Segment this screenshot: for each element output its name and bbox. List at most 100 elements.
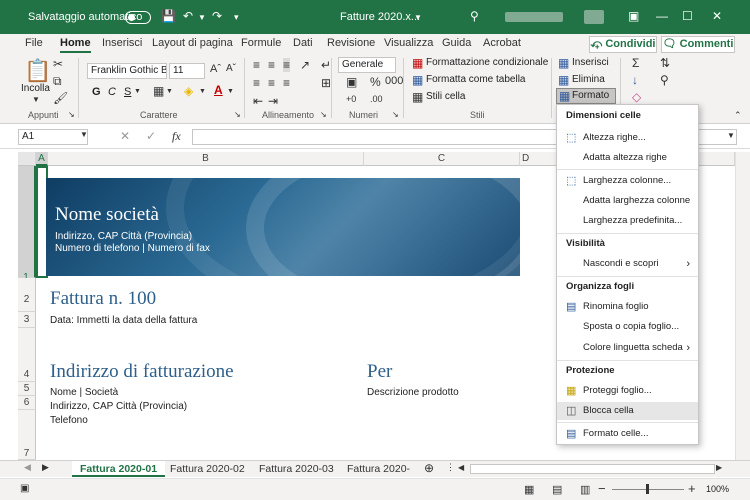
tab-home[interactable]: Home [60, 37, 91, 53]
name-box[interactable]: A1 [18, 129, 88, 145]
align-left-icon[interactable]: ≡ [253, 76, 260, 90]
format-painter-icon[interactable]: 🖌 [53, 91, 68, 105]
row-header-2[interactable]: 2 [18, 278, 36, 312]
font-size-field[interactable]: 11 [169, 63, 205, 79]
hscroll-left-icon[interactable]: ◀ [458, 463, 464, 472]
menu-hide-unhide[interactable]: Nascondi e scopri › [557, 255, 698, 273]
macro-record-icon[interactable]: ▣ [20, 483, 29, 494]
tab-file[interactable]: File [25, 37, 43, 49]
comma-style-icon[interactable]: 000 [385, 75, 403, 87]
conditional-format-icon[interactable]: ▦ [412, 56, 423, 70]
paste-icon[interactable]: 📋 [24, 58, 51, 84]
tab-scroll-right-icon[interactable]: ▶ [42, 462, 49, 473]
redo-icon[interactable]: ↷ [212, 9, 222, 23]
alignment-launcher-icon[interactable]: ↘ [320, 110, 327, 119]
format-button[interactable]: ▦ Formato [556, 88, 616, 104]
undo-dropdown-icon[interactable]: ▼ [198, 13, 206, 22]
tab-page-layout[interactable]: Layout di pagina [152, 37, 233, 49]
currency-icon[interactable]: ▣ [346, 75, 357, 89]
sheet-tab-4[interactable]: Fattura 2020- [339, 461, 418, 477]
tab-formulas[interactable]: Formule [241, 37, 281, 49]
minimize-icon[interactable]: — [656, 9, 668, 23]
find-select-icon[interactable]: ⚲ [660, 73, 669, 87]
delete-button[interactable]: Elimina [572, 74, 605, 85]
column-header-a[interactable]: A [36, 152, 48, 166]
clear-icon[interactable]: ◇ [632, 90, 641, 104]
fill-icon[interactable]: ↓ [632, 73, 638, 87]
vertical-scrollbar[interactable] [735, 152, 750, 460]
page-break-view-icon[interactable]: ▥ [580, 483, 590, 496]
row-header-1[interactable]: 1 [18, 166, 36, 283]
autosum-icon[interactable]: Σ [632, 56, 639, 70]
row-header-7[interactable]: 7 [18, 410, 36, 460]
row-header-4[interactable]: 4 [18, 328, 36, 382]
enter-icon[interactable]: ✓ [146, 129, 156, 143]
tab-acrobat[interactable]: Acrobat [483, 37, 521, 49]
tab-options-icon[interactable]: ⋮ [446, 462, 455, 473]
add-sheet-icon[interactable]: ⊕ [424, 461, 434, 475]
decrease-decimal-icon[interactable]: .00 [370, 94, 383, 104]
column-header-c[interactable]: C [364, 152, 520, 166]
cut-icon[interactable]: ✂ [53, 57, 63, 71]
align-right-icon[interactable]: ≡ [283, 76, 290, 90]
menu-autofit-row[interactable]: Adatta altezza righe [557, 149, 698, 167]
paste-dropdown-icon[interactable]: ▼ [32, 95, 40, 104]
comments-button[interactable]: 🗨 Commenti [661, 36, 735, 53]
decrease-font-icon[interactable]: Aˇ [226, 63, 236, 74]
horizontal-scrollbar[interactable] [470, 464, 715, 474]
format-table-icon[interactable]: ▦ [412, 73, 423, 87]
tab-review[interactable]: Revisione [327, 37, 375, 49]
page-layout-view-icon[interactable]: ▤ [552, 483, 562, 496]
format-as-table-button[interactable]: Formatta come tabella [426, 74, 526, 85]
customize-toolbar-icon[interactable]: ▾ [234, 12, 239, 23]
maximize-icon[interactable]: ☐ [682, 9, 693, 23]
sheet-tab-3[interactable]: Fattura 2020-03 [251, 461, 342, 477]
decrease-indent-icon[interactable]: ⇤ [253, 94, 263, 108]
undo-icon[interactable]: ↶ [183, 9, 193, 23]
percent-icon[interactable]: % [370, 75, 381, 89]
row-header-5[interactable]: 5 [18, 382, 36, 396]
italic-button[interactable]: C [108, 86, 116, 98]
wrap-text-icon[interactable]: ↵ [321, 58, 331, 72]
menu-row-height[interactable]: ⬚ Altezza righe... [557, 129, 698, 147]
borders-icon[interactable]: ▦ [153, 84, 164, 98]
column-header-b[interactable]: B [48, 152, 364, 166]
copy-icon[interactable]: ⧉ [53, 74, 62, 89]
row-header-3[interactable]: 3 [18, 312, 36, 328]
close-icon[interactable]: ✕ [712, 9, 722, 23]
conditional-format-button[interactable]: Formattazione condizionale [426, 57, 548, 68]
underline-dropdown-icon[interactable]: ▼ [134, 88, 141, 95]
insert-function-icon[interactable]: fx [172, 129, 181, 144]
borders-dropdown-icon[interactable]: ▼ [166, 88, 173, 95]
font-name-field[interactable]: Franklin Gothic Boo [87, 63, 167, 79]
autosave-toggle[interactable] [125, 11, 151, 24]
normal-view-icon[interactable]: ▦ [524, 483, 534, 496]
merge-center-icon[interactable]: ⊞ [321, 76, 331, 90]
sheet-tab-1[interactable]: Fattura 2020-01 [72, 461, 166, 477]
tab-scroll-left-icon[interactable]: ◀ [24, 462, 31, 473]
align-top-icon[interactable]: ≡ [253, 58, 260, 72]
menu-rename-sheet[interactable]: ▤ Rinomina foglio [557, 298, 698, 316]
menu-lock-cell[interactable]: ◫ Blocca cella [557, 402, 698, 420]
cell-styles-icon[interactable]: ▦ [412, 90, 423, 104]
tab-insert[interactable]: Inserisci [102, 37, 142, 49]
sheet-tab-2[interactable]: Fattura 2020-02 [162, 461, 253, 477]
font-color-icon[interactable]: A [214, 83, 223, 97]
zoom-slider-thumb[interactable] [646, 484, 649, 494]
align-middle-icon[interactable]: ≡ [268, 58, 275, 72]
expand-formula-icon[interactable]: ▼ [727, 131, 735, 140]
menu-tab-color[interactable]: Colore linguetta scheda › [557, 339, 698, 357]
zoom-level[interactable]: 100% [706, 484, 729, 494]
zoom-out-icon[interactable]: − [598, 481, 606, 496]
insert-button[interactable]: Inserisci [572, 57, 609, 68]
insert-cells-icon[interactable]: ▦ [558, 56, 569, 70]
underline-button[interactable]: S [124, 86, 131, 98]
clipboard-launcher-icon[interactable]: ↘ [68, 110, 75, 119]
number-format-field[interactable]: Generale [338, 57, 396, 73]
tab-help[interactable]: Guida [442, 37, 471, 49]
select-all-corner[interactable] [18, 152, 36, 166]
save-icon[interactable]: 💾 [161, 9, 176, 23]
avatar[interactable] [584, 10, 604, 24]
hscroll-right-icon[interactable]: ▶ [716, 463, 722, 472]
number-launcher-icon[interactable]: ↘ [392, 110, 399, 119]
